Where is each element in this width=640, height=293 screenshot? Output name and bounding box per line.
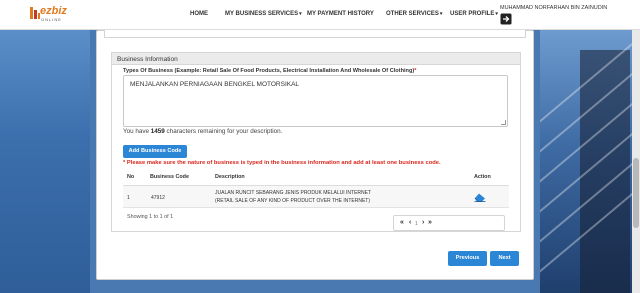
scrollbar-thumb[interactable] xyxy=(633,158,639,228)
resize-handle[interactable] xyxy=(501,120,506,125)
types-of-business-label: Types Of Business (Example: Retail Sale … xyxy=(123,68,417,74)
pagination: « ‹ 1 › » xyxy=(393,215,505,231)
logo-icon xyxy=(30,7,40,19)
chevron-down-icon: ▾ xyxy=(495,11,498,17)
chevron-down-icon: ▾ xyxy=(439,11,443,17)
types-of-business-textarea[interactable]: MENJALANKAN PERNIAGAAN BENGKEL MOTORSIKA… xyxy=(123,75,508,127)
logo-text: ezbiz xyxy=(40,5,67,17)
table-header: No Business Code Description Action xyxy=(123,168,509,186)
first-page-icon[interactable]: « xyxy=(400,219,404,226)
chevron-down-icon: ▾ xyxy=(299,11,302,17)
required-mark: * xyxy=(414,68,417,74)
nav-home[interactable]: HOME xyxy=(190,11,208,17)
logout-icon[interactable] xyxy=(500,13,512,25)
nav-other-services[interactable]: OTHER SERVICES▾ xyxy=(386,11,442,17)
row-description-line1: JUALAN RUNCIT SEBARANG JENIS PRODUK MELA… xyxy=(215,190,372,196)
col-business-code: Business Code xyxy=(150,174,189,180)
col-action: Action xyxy=(474,174,491,180)
ezbiz-logo[interactable]: ezbiz ONLINE xyxy=(30,5,68,23)
previous-section-bottom xyxy=(104,30,526,38)
row-business-code: 47912 xyxy=(151,195,165,201)
col-description: Description xyxy=(215,174,245,180)
col-no: No xyxy=(127,174,135,180)
warning-message: * Please make sure the nature of busines… xyxy=(123,160,441,166)
next-page-icon[interactable]: › xyxy=(422,219,424,226)
logo-subtext: ONLINE xyxy=(41,17,62,22)
previous-button[interactable]: Previous xyxy=(448,251,487,266)
last-page-icon[interactable]: » xyxy=(428,219,432,226)
current-page[interactable]: 1 xyxy=(415,221,418,227)
characters-remaining: You have 1459 characters remaining for y… xyxy=(123,128,283,135)
remaining-count: 1459 xyxy=(150,128,165,135)
nav-my-business-services[interactable]: MY BUSINESS SERVICES▾ xyxy=(225,11,302,17)
panel-title: Business Information xyxy=(112,53,520,65)
table-row: 1 47912 JUALAN RUNCIT SEBARANG JENIS PRO… xyxy=(123,186,509,208)
row-no: 1 xyxy=(127,195,130,201)
nav-user-profile[interactable]: USER PROFILE▾ xyxy=(450,11,498,17)
top-navbar: ezbiz ONLINE HOME MY BUSINESS SERVICES▾ … xyxy=(0,0,640,30)
next-button[interactable]: Next xyxy=(490,251,519,266)
prev-page-icon[interactable]: ‹ xyxy=(409,219,411,226)
background-left xyxy=(0,30,90,293)
add-business-code-button[interactable]: Add Business Code xyxy=(123,145,187,158)
delete-eraser-icon[interactable] xyxy=(474,192,486,202)
row-description-line2: (RETAIL SALE OF ANY KIND OF PRODUCT OVER… xyxy=(215,198,371,204)
nav-my-payment-history[interactable]: MY PAYMENT HISTORY xyxy=(307,11,374,17)
table-info: Showing 1 to 1 of 1 xyxy=(127,214,174,220)
page-scrollbar[interactable] xyxy=(632,30,640,293)
background-right xyxy=(540,30,640,293)
user-name: MUHAMMAD NORFARHAN BIN ZAINUDIN xyxy=(500,5,608,11)
